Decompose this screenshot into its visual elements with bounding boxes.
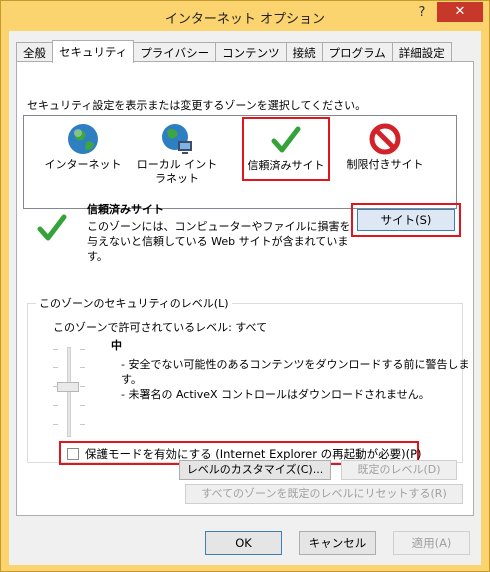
slider-tick [53,386,58,387]
close-button[interactable]: ✕ [437,2,483,22]
tab-privacy[interactable]: プライバシー [133,42,217,62]
tab-strip: 全般 セキュリティ プライバシー コンテンツ 接続 プログラム 詳細設定 [16,40,452,63]
zone-label: インターネット [44,158,122,171]
dialog-client-area: 全般 セキュリティ プライバシー コンテンツ 接続 プログラム 詳細設定 セキュ… [9,31,481,565]
slider-tick [53,405,58,406]
tab-connections[interactable]: 接続 [285,42,323,62]
sites-button[interactable]: サイト(S) [357,209,455,231]
slider-tick [80,386,85,387]
slider-tick [80,349,85,350]
protected-mode-checkbox[interactable] [67,448,79,460]
security-level-name: 中 [111,339,122,352]
custom-level-button[interactable]: レベルのカスタマイズ(C)... [179,460,331,480]
zone-label: ローカル イントラネット [136,158,218,185]
slider-tick [53,424,58,425]
zone-label: 制限付きサイト [346,158,424,171]
intranet-globe-icon [162,124,192,154]
globe-icon [68,124,98,154]
zone-local-intranet[interactable]: ローカル イントラネット [132,118,222,186]
zone-list: インターネット ローカル イントラネット 信頼済みサイト 制限付きサイト [23,115,457,209]
zone-restricted-sites[interactable]: 制限付きサイト [340,118,430,172]
zone-description: このゾーンには、コンピューターやファイルに損害を与えないと信頼している Web … [87,220,351,263]
internet-options-window: インターネット オプション ? ✕ 全般 セキュリティ プライバシー コンテンツ… [0,0,490,572]
zone-trusted-sites[interactable]: 信頼済みサイト [242,117,330,181]
apply-button[interactable]: 適用(A) [393,531,470,555]
level-bullet: - 未署名の ActiveX コントロールはダウンロードされません。 [121,388,430,401]
security-level-legend: このゾーンのセキュリティのレベル(L) [36,295,232,311]
selected-zone-check-icon [37,214,67,241]
zone-label: 信頼済みサイト [247,159,325,172]
slider-tick [80,405,85,406]
tab-general[interactable]: 全般 [16,42,53,62]
ok-button[interactable]: OK [205,531,282,555]
security-level-slider-thumb[interactable] [57,382,79,392]
zone-internet[interactable]: インターネット [38,118,128,172]
slider-tick [53,367,58,368]
cancel-button[interactable]: キャンセル [299,531,376,555]
security-level-description: - 安全でない可能性のあるコンテンツをダウンロードする前に警告します。 - 未署… [121,357,481,402]
sites-button-highlight: サイト(S) [351,203,461,237]
help-button[interactable]: ? [411,5,433,23]
security-level-slider-track[interactable] [67,347,71,437]
slider-tick [80,367,85,368]
level-bullet: - 安全でない可能性のあるコンテンツをダウンロードする前に警告します。 [121,358,470,386]
tab-security[interactable]: セキュリティ [52,40,135,63]
zone-instruction: セキュリティ設定を表示または変更するゾーンを選択してください。 [27,99,367,112]
title-bar[interactable]: インターネット オプション ? ✕ [1,1,489,31]
tab-content[interactable]: コンテンツ [215,42,287,62]
reset-all-zones-button[interactable]: すべてのゾーンを既定のレベルにリセットする(R) [185,484,463,504]
allowed-levels-text: このゾーンで許可されているレベル: すべて [53,321,268,334]
slider-tick [80,424,85,425]
zone-title: 信頼済みサイト [87,203,164,216]
check-icon [271,126,301,153]
default-level-button[interactable]: 既定のレベル(D) [341,460,457,480]
tab-advanced[interactable]: 詳細設定 [391,42,452,62]
slider-tick [53,349,58,350]
tab-programs[interactable]: プログラム [321,42,393,62]
restricted-icon [369,123,401,155]
